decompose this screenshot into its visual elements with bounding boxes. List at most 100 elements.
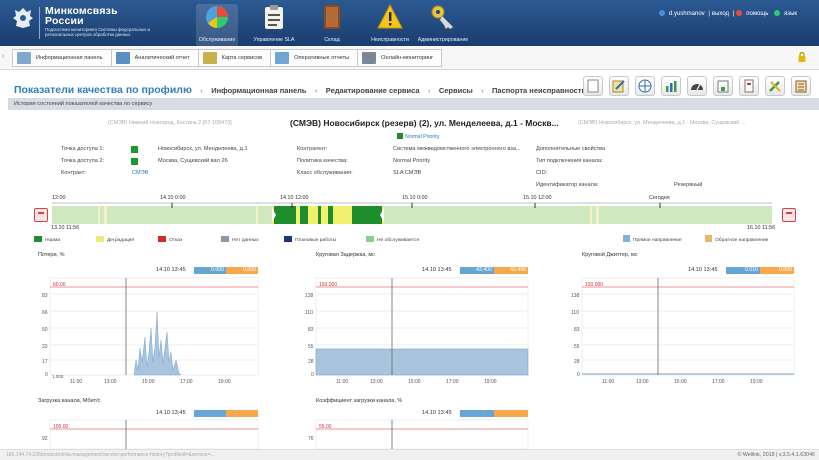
breadcrumb-item-fault-passport[interactable]: Паспорта неисправности [492,86,586,95]
tab-online-monitoring-label: Онлайн-мониторинг [381,55,434,61]
legend-label: Норма [45,238,61,243]
help-link[interactable]: помощь [746,11,768,17]
nav-sla[interactable]: Управление SLA [254,4,294,46]
nav-admin[interactable]: Администрирование [418,4,468,46]
chart-link-load-plot[interactable]: 100.00 92 [38,398,261,449]
status-url: 185.144.74.226/protected/sla-management/… [6,452,215,458]
tools-icon[interactable] [765,76,785,96]
contract-label: Контракт: [61,170,86,176]
chart-link-utilization: Коэффициент загрузки канала, % 14.10 13:… [304,398,532,449]
direction-forward-checkbox[interactable]: Прямое направление [623,235,682,243]
gauge-icon[interactable] [687,76,707,96]
channel-title: (СМЭВ) Новосибирск (резерв) (2), ул. Мен… [290,118,559,128]
breadcrumb-separator: ‹ [481,88,484,95]
tab-reports-label: Оперативные отчеты [294,55,350,61]
x-tick: 17:00 [180,379,193,385]
network-icon[interactable] [635,76,655,96]
timeline-start-date: 13.10 11:56 [51,225,80,231]
legend-label: Деградация [107,238,135,243]
y-tick: 55 [308,344,314,350]
prev-channel-link[interactable]: (СМЭВ) Нижний Новгород, Костина 2 [57-10… [108,120,232,126]
next-channel-link[interactable]: (СМЭВ) Новосибирск, ул. Менделеева, д.1 … [578,120,745,126]
direction-reverse-label: Обратное направление [715,238,769,243]
first-value-label: 1.000 [52,374,64,379]
y-tick: 55 [574,344,580,350]
timeline-bar[interactable] [0,195,819,235]
user-icon [658,10,665,16]
y-tick: 138 [305,293,314,299]
legend-item-not-served: Не обслуживается [366,236,419,243]
tab-bar: ‹ Информационная панель Аналитический от… [0,46,819,70]
chart-link-load: Загрузка канала, Мбит/с 14.10 13:45 100.… [38,398,261,449]
legend-label: Плановые работы [295,238,337,243]
ap2-label: Точка доступа 2: [61,158,105,164]
threshold-label: 150.000 [585,282,603,288]
org-name: Минкомсвязь России Подсистема мониторинг… [45,6,157,37]
contract-link[interactable]: СМЭВ [132,170,148,176]
breadcrumb-item-edit-service[interactable]: Редактирование сервиса [326,86,420,95]
threshold-label: 150.000 [319,282,337,288]
language-link[interactable]: язык [784,11,797,17]
y-tick: 76 [308,436,314,442]
legend-label: Отказ [169,238,183,243]
page-icon[interactable] [583,76,603,96]
chart-loss: Потери, % 14.10 13:45 0.000 0.000 60.00 … [38,252,261,390]
legend-label: Нет данных [232,238,259,243]
x-tick: 19:00 [218,379,231,385]
logout-link[interactable]: выход [712,11,729,17]
breadcrumb: Показатели качества по профилю ‹ Информа… [14,80,586,98]
ap2-value: Москва, Сущевский вал 26 [158,158,228,164]
lock-icon[interactable] [798,52,806,62]
org-subtitle: Подсистема мониторинга Системы федеральн… [45,27,150,37]
y-tick: 17 [42,359,48,365]
language-icon [774,10,781,16]
x-tick: 17:00 [446,379,459,385]
direction-reverse-checkbox[interactable]: Обратное направление [705,235,768,243]
list-icon[interactable] [791,76,811,96]
ap1-value: Новосибирск, ул. Менделеева, д.1 [158,146,248,152]
nav-warehouse[interactable]: Склад [320,4,344,46]
report-icon[interactable] [739,76,759,96]
x-tick: 15:00 [142,379,155,385]
pie-chart-icon [206,6,228,28]
chart-loss-plot[interactable]: 60.00 83 66 50 33 17 0 1.000 11:00 13:00… [38,252,261,390]
channel-id-label: Идентификатор канала: [536,182,599,188]
map-icon [202,52,217,64]
y-tick: 110 [305,310,313,316]
contractor-label: Контрагент: [297,146,328,152]
chart-jitter-plot[interactable]: 150.000 138 110 83 55 28 0 11:00 13:00 1… [570,252,796,390]
edit-icon[interactable] [609,76,629,96]
x-tick: 11:00 [336,379,348,385]
top-header: Минкомсвязь России Подсистема мониторинг… [0,0,819,46]
x-tick: 11:00 [70,379,82,385]
user-name[interactable]: d.yushmanov [669,11,705,17]
tab-reports[interactable]: Оперативные отчеты [270,49,358,67]
org-title-line2: России [45,15,84,27]
tab-analytics[interactable]: Аналитический отчет [110,49,198,67]
threshold-label: 55.00 [319,424,332,430]
connection-type-label: Тип подключения канала: [536,158,603,164]
breadcrumb-separator: ‹ [428,88,431,95]
table-icon[interactable] [713,76,733,96]
section-header: История состояний показателей качества п… [8,98,819,110]
ap1-status [131,146,138,153]
nav-service[interactable]: Обслуживание [196,4,238,46]
y-tick: 50 [42,327,48,333]
tab-dashboard[interactable]: Информационная панель [12,49,111,67]
tab-service-map[interactable]: Карта сервисов [197,49,271,67]
chart-delay-plot[interactable]: 150.000 138 110 83 55 28 0 11:00 13:00 1… [304,252,532,390]
nav-faults[interactable]: Неисправности [371,4,409,46]
copyright: © Wellink, 2018 | v.3.5.4.1.63046 [737,452,815,458]
chevron-left-icon[interactable]: ‹ [2,53,12,60]
help-icon [736,10,743,16]
x-tick: 19:00 [750,379,763,385]
chart-link-utilization-plot[interactable]: 55.00 76 [304,398,532,449]
y-tick: 92 [42,436,48,442]
legend-item-degradation: Деградация [96,236,134,243]
chart-icon[interactable] [661,76,681,96]
breadcrumb-item-services[interactable]: Сервисы [439,86,473,95]
tab-online-monitoring[interactable]: Онлайн-мониторинг [357,49,443,67]
coat-of-arms-icon [13,8,33,28]
breadcrumb-item-dashboard[interactable]: Информационная панель [211,86,306,95]
report-icon [275,52,290,64]
